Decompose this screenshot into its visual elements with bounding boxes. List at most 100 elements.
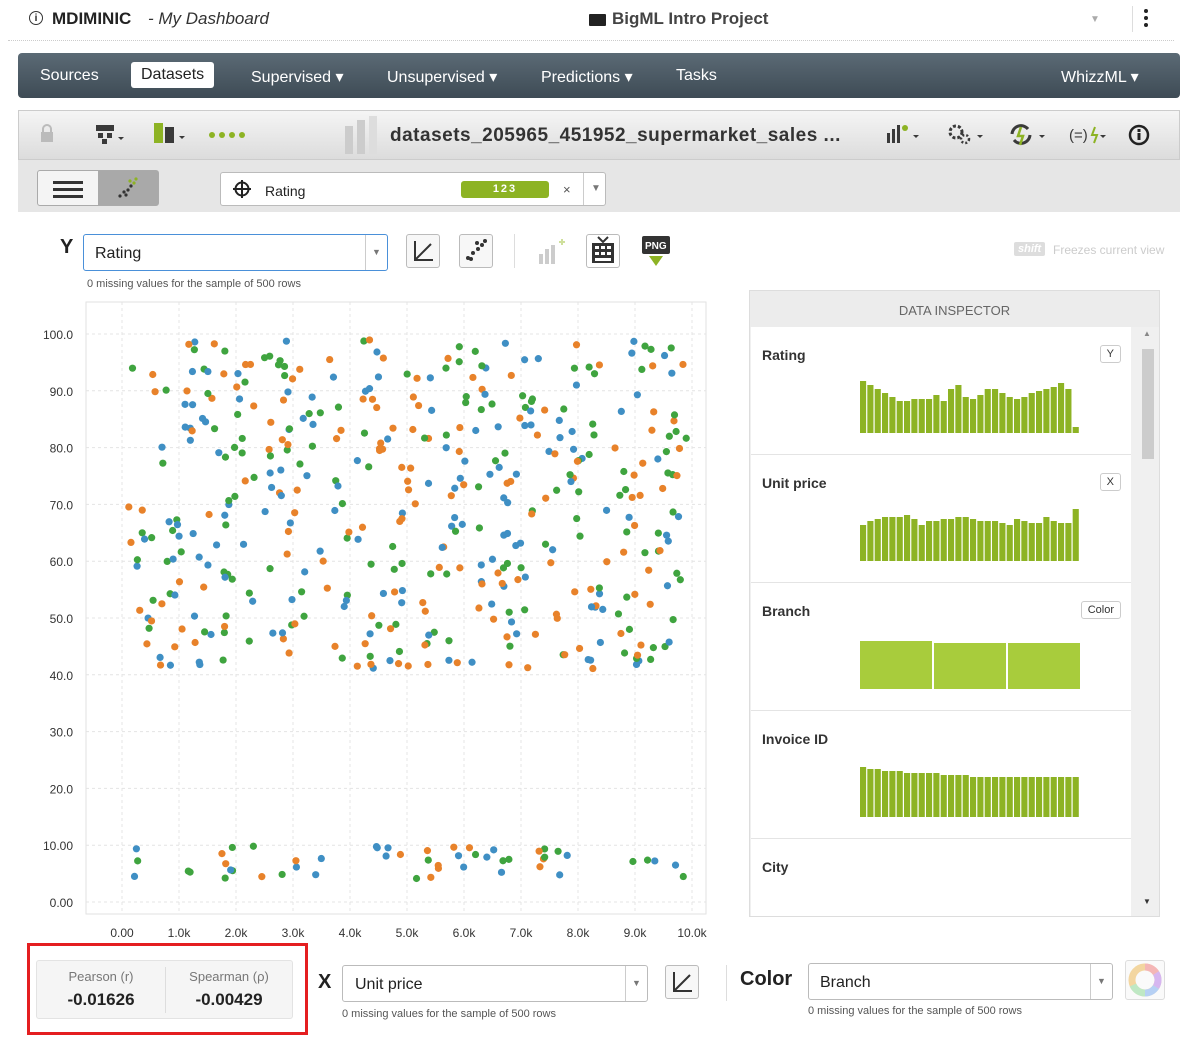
x-axis-select[interactable]: Unit price ▼ [342, 965, 648, 1002]
data-point [231, 492, 239, 500]
nav-whizzml[interactable]: WhizzML ▾ [1061, 67, 1139, 87]
settings-gears-icon[interactable] [947, 123, 985, 147]
dashboard-title[interactable]: - My Dashboard [148, 9, 269, 29]
data-point [338, 500, 347, 508]
y-missing-values: 0 missing values for the sample of 500 r… [87, 278, 301, 290]
chart-actions-icon[interactable] [885, 123, 921, 147]
histogram-bar [1072, 509, 1079, 561]
configure-icon[interactable] [1009, 122, 1049, 148]
data-point [587, 603, 596, 611]
data-point [460, 863, 468, 871]
y-axis-select[interactable]: Rating ▼ [83, 234, 388, 271]
data-point [368, 612, 376, 620]
nav-datasets[interactable]: Datasets [131, 62, 215, 88]
dataset-name[interactable]: datasets_205965_451952_supermarket_sales… [390, 125, 841, 147]
data-point [319, 557, 327, 565]
histogram-bar [1043, 389, 1050, 433]
sample-config-button[interactable] [586, 234, 620, 268]
kebab-menu-icon[interactable] [1144, 6, 1152, 30]
data-point [151, 388, 159, 396]
chevron-down-icon[interactable]: ▼ [583, 173, 608, 205]
add-chart-icon[interactable] [535, 236, 571, 268]
field-selector[interactable]: Rating 123 × ▼ [220, 172, 606, 206]
data-point [375, 445, 384, 453]
x-tick-label: 9.0k [624, 926, 648, 940]
y-tick-label: 0.00 [50, 896, 74, 910]
axis-scale-icon [673, 972, 692, 992]
data-point [317, 854, 325, 863]
list-view-button[interactable] [38, 171, 98, 205]
data-point [584, 655, 592, 664]
inspector-field-invoice-id[interactable]: Invoice ID [751, 711, 1131, 839]
data-point [625, 625, 634, 633]
histogram-bar [1043, 517, 1050, 561]
data-point [450, 843, 458, 851]
lock-icon[interactable] [39, 124, 55, 144]
axis-scale-icon [414, 241, 433, 261]
scatter-plot[interactable]: 0.00 10.00 20.0 30.0 40.0 50.0 60.0 70.0 80.0 90.… [20, 300, 720, 950]
data-point [483, 853, 491, 861]
histogram-bar [889, 397, 896, 433]
data-point [665, 432, 673, 440]
data-point [541, 406, 549, 414]
nav-predictions[interactable]: Predictions ▾ [541, 67, 633, 87]
chevron-down-icon[interactable]: ▼ [365, 235, 387, 270]
data-point [454, 852, 463, 860]
histogram-bar [940, 775, 947, 817]
histogram-bar [1014, 399, 1021, 433]
data-point [288, 375, 297, 383]
data-point [308, 442, 317, 450]
data-point [421, 641, 429, 649]
chevron-down-icon[interactable]: ▼ [625, 966, 647, 1001]
nav-unsupervised[interactable]: Unsupervised ▾ [387, 67, 497, 87]
model-tree-icon[interactable] [96, 125, 126, 145]
data-point [458, 520, 466, 528]
user-icon[interactable]: i [29, 11, 43, 25]
color-select[interactable]: Branch ▼ [808, 963, 1113, 1000]
data-point [602, 506, 611, 514]
info-icon[interactable] [1128, 124, 1150, 146]
project-dropdown-icon[interactable]: ▼ [1090, 14, 1100, 25]
formula-icon[interactable]: (=) [1069, 123, 1109, 147]
scatterplot-view-button[interactable] [98, 171, 158, 205]
scroll-down-icon[interactable]: ▼ [1143, 897, 1151, 906]
scrollbar-thumb[interactable] [1142, 349, 1154, 459]
scatter-options-button[interactable] [459, 234, 493, 268]
chevron-down-icon[interactable]: ▼ [1090, 964, 1112, 999]
data-point [220, 370, 228, 378]
data-point [171, 643, 179, 651]
split-dataset-icon[interactable] [154, 123, 188, 145]
data-point [478, 580, 486, 588]
export-png-button[interactable]: PNG [639, 234, 673, 268]
data-point [389, 542, 397, 551]
data-point [649, 362, 657, 370]
data-point [403, 370, 411, 378]
inspector-field-unit-price[interactable]: Unit price X [751, 455, 1131, 583]
histogram-bar [1050, 387, 1057, 433]
data-point [222, 860, 230, 868]
inspector-field-city[interactable]: City [751, 839, 1131, 916]
data-point [572, 341, 581, 349]
nav-tasks[interactable]: Tasks [676, 67, 717, 85]
data-point [426, 374, 434, 382]
data-point [353, 662, 361, 670]
color-palette-button[interactable] [1125, 960, 1165, 1000]
x-log-scale-button[interactable] [665, 965, 699, 999]
inspector-field-rating[interactable]: Rating Y [751, 327, 1131, 455]
y-log-scale-button[interactable] [406, 234, 440, 268]
scroll-up-icon[interactable]: ▲ [1143, 329, 1151, 338]
inspector-field-branch[interactable]: Branch Color [751, 583, 1131, 711]
data-point [204, 389, 212, 398]
user-name[interactable]: MDIMINIC [52, 9, 131, 29]
nav-supervised[interactable]: Supervised ▾ [251, 67, 344, 87]
y-tick-label: 20.0 [50, 782, 74, 796]
histogram-bar [918, 399, 925, 433]
inspector-scrollbar[interactable]: ▲ ▼ [1138, 327, 1159, 916]
project-name[interactable]: BigML Intro Project [612, 9, 768, 29]
data-point [261, 354, 269, 362]
divider [726, 965, 727, 1001]
divider [514, 234, 515, 268]
data-point [455, 343, 463, 351]
clear-icon[interactable]: × [563, 182, 571, 197]
nav-sources[interactable]: Sources [40, 67, 99, 85]
